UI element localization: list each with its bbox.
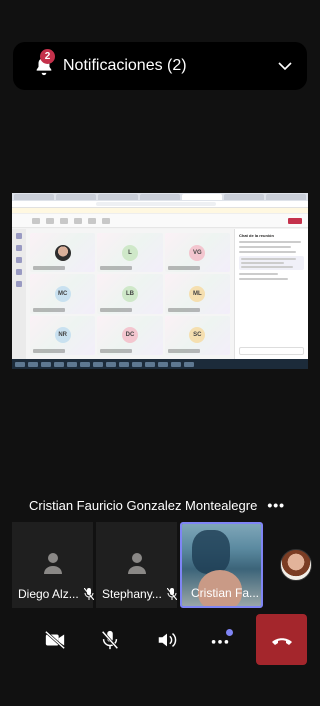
shared-participant-grid: L VG MC LB ML NR DC SC (26, 229, 234, 359)
shared-chat-title: Chat de la reunión (239, 233, 274, 238)
shared-teams-rail (12, 229, 26, 359)
video-off-icon (44, 630, 66, 650)
phone-hangup-icon (271, 637, 292, 645)
shared-grid-tile: LB (97, 274, 163, 314)
shared-taskbar (12, 359, 308, 369)
bell-icon: 2 (33, 49, 55, 77)
shared-teams-toolbar (12, 214, 308, 228)
participant-tile[interactable]: Stephany... (96, 522, 177, 608)
person-icon (127, 553, 146, 574)
notifications-title: Notificaciones (2) (63, 57, 187, 74)
notification-count-badge: 2 (40, 49, 55, 64)
avatar (280, 549, 312, 581)
camera-toggle-button[interactable] (35, 620, 75, 660)
mic-toggle-button[interactable] (90, 620, 130, 660)
notification-dot (226, 629, 233, 636)
self-view-tile[interactable] (266, 522, 320, 608)
shared-grid-tile: NR (30, 315, 96, 355)
active-speaker-name: Cristian Fauricio Gonzalez Montealegre (29, 497, 258, 513)
browser-address-bar (12, 201, 308, 208)
shared-grid-initials: VG (189, 244, 206, 261)
participant-name: Diego Alz... (18, 587, 79, 601)
hang-up-button[interactable] (256, 614, 307, 665)
speaker-button[interactable] (147, 620, 187, 660)
shared-grid-tile: ML (164, 274, 230, 314)
shared-grid-initials: L (121, 244, 138, 261)
shared-chat-input (239, 347, 304, 355)
shared-screen[interactable]: L VG MC LB ML NR DC SC Chat de la reunión (12, 193, 308, 369)
shared-grid-tile: VG (164, 233, 230, 273)
mic-off-icon (166, 588, 177, 600)
shared-meeting-chat: Chat de la reunión (234, 229, 308, 359)
shared-grid-tile: DC (97, 315, 163, 355)
mic-off-icon (83, 588, 94, 600)
shared-grid-photo (54, 244, 71, 261)
shared-grid-initials: MC (54, 285, 71, 302)
chevron-down-icon[interactable] (277, 58, 293, 74)
call-controls-bar (0, 612, 320, 668)
shared-grid-initials: NR (54, 327, 71, 344)
participant-tile[interactable]: Diego Alz... (12, 522, 94, 608)
browser-tab-strip (12, 193, 308, 201)
shared-grid-tile (30, 233, 96, 273)
shared-grid-initials: LB (121, 285, 138, 302)
shared-grid-tile: L (97, 233, 163, 273)
shared-grid-tile: MC (30, 274, 96, 314)
shared-grid-initials: ML (189, 285, 206, 302)
more-options-icon[interactable]: ••• (267, 497, 285, 513)
person-icon (43, 553, 62, 574)
notifications-banner[interactable]: 2 Notificaciones (2) (13, 42, 307, 90)
mic-off-icon (101, 630, 119, 650)
participant-name: Stephany... (102, 587, 162, 601)
shared-grid-tile: SC (164, 315, 230, 355)
participant-tile-active-speaker[interactable]: Cristian Fa... (180, 522, 263, 608)
shared-grid-initials: DC (121, 327, 138, 344)
participant-name: Cristian Fa... (191, 586, 260, 600)
shared-grid-initials: SC (189, 327, 206, 344)
active-speaker-label: Cristian Fauricio Gonzalez Montealegre •… (29, 497, 285, 513)
more-actions-button[interactable] (200, 620, 240, 660)
speaker-icon (158, 633, 177, 647)
